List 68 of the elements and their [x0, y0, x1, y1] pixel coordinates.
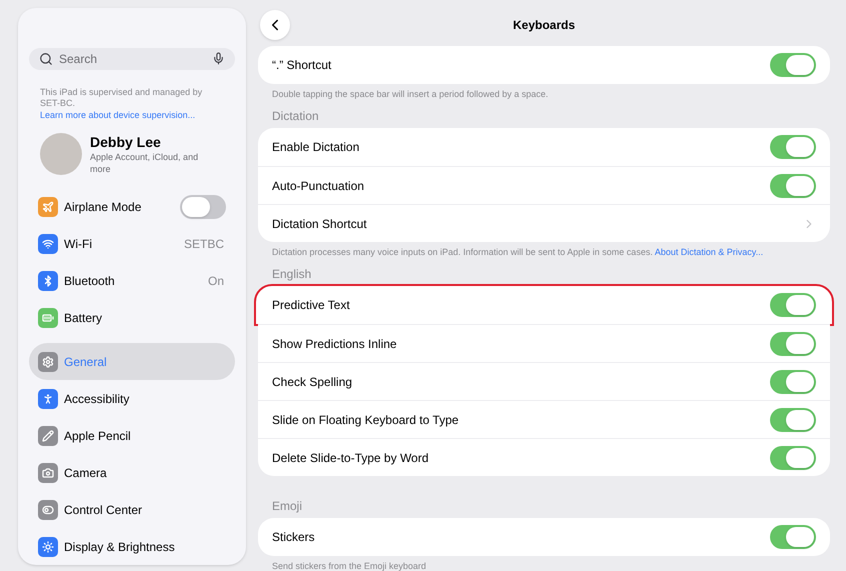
row-label: Slide on Floating Keyboard to Type	[272, 412, 460, 428]
toggle-switch[interactable]	[770, 408, 816, 432]
settings-row[interactable]: Slide on Floating Keyboard to Type	[258, 400, 830, 438]
sidebar-label: General	[64, 354, 108, 370]
sidebar-item[interactable]: Accessibility	[29, 380, 235, 417]
sidebar-label: Camera	[64, 464, 108, 482]
search-field[interactable]: Search	[29, 48, 235, 70]
avatar[interactable]	[40, 133, 82, 175]
settings-row[interactable]: Stickers	[258, 518, 830, 556]
supervision-note: This iPad is supervised and managed by SET-BC. Learn more about device supervision...	[39, 86, 204, 121]
search-placeholder: Search	[59, 50, 98, 68]
toggle-switch[interactable]	[770, 53, 816, 77]
row-label: Enable Dictation	[272, 139, 360, 156]
sidebar-item[interactable]: Bluetooth On	[29, 262, 235, 299]
row-label: Show Predictions Inline	[272, 336, 398, 352]
sidebar-item[interactable]: Display & Brightness	[29, 528, 235, 565]
sidebar-item[interactable]: Airplane Mode	[29, 188, 235, 225]
section-header: Emoji	[271, 499, 304, 513]
sidebar-label: Airplane Mode	[64, 198, 142, 216]
sidebar-label: Bluetooth	[64, 272, 116, 290]
row-label: Check Spelling	[272, 374, 354, 390]
sidebar-item[interactable]: Camera	[29, 454, 235, 491]
toggle-switch[interactable]	[770, 135, 816, 159]
toggle-switch[interactable]	[770, 370, 816, 394]
supervision-link[interactable]: Learn more about device supervision...	[40, 110, 196, 120]
settings-row[interactable]: Delete Slide-to-Type by Word	[258, 438, 830, 476]
section-header: Dictation	[271, 109, 320, 123]
row-label: Stickers	[272, 529, 316, 546]
toggle-switch[interactable]	[770, 332, 816, 356]
sidebar-value: On	[208, 272, 225, 290]
sidebar-label: Apple Pencil	[64, 428, 132, 444]
sidebar-item[interactable]: Battery	[29, 299, 235, 336]
toggle-switch[interactable]	[770, 174, 816, 198]
sidebar-label: Battery	[64, 310, 104, 326]
toggle-switch[interactable]	[770, 293, 816, 317]
settings-row[interactable]: Enable Dictation	[258, 128, 830, 166]
microphone-icon	[212, 52, 225, 66]
search-icon	[39, 52, 53, 66]
sidebar-item[interactable]: Control Center	[29, 491, 235, 528]
settings-row[interactable]: Check Spelling	[258, 362, 830, 400]
sidebar-value: SETBC	[184, 236, 225, 252]
settings-row[interactable]: “.” Shortcut	[258, 46, 830, 84]
sidebar-label: Control Center	[64, 502, 144, 518]
row-label: Delete Slide-to-Type by Word	[272, 450, 430, 466]
section-footer: Send stickers from the Emoji keyboard	[258, 561, 830, 571]
toggle-switch[interactable]	[770, 446, 816, 470]
toggle-switch[interactable]	[770, 525, 816, 549]
sidebar-label: Accessibility	[64, 390, 130, 408]
profile-name: Debby Lee	[90, 133, 162, 151]
section-footer: Double tapping the space bar will insert a period followed by a space.	[258, 89, 830, 100]
row-label: Auto-Punctuation	[272, 178, 366, 194]
page-title: Keyboards	[512, 17, 576, 34]
settings-row[interactable]: Dictation Shortcut	[258, 204, 830, 242]
row-label: “.” Shortcut	[272, 57, 332, 74]
toggle-switch[interactable]	[180, 194, 226, 218]
settings-row[interactable]: Predictive Text	[256, 286, 832, 324]
section-header: English	[271, 267, 312, 281]
row-label: Predictive Text	[272, 297, 351, 314]
sidebar-label: Display & Brightness	[64, 538, 176, 556]
sidebar-label: Wi-Fi	[64, 236, 93, 252]
profile-subtitle: Apple Account, iCloud, and more	[90, 151, 200, 175]
sidebar-item[interactable]: Apple Pencil	[29, 417, 235, 454]
settings-row[interactable]: Auto-Punctuation	[258, 166, 830, 204]
back-button[interactable]	[260, 10, 290, 40]
settings-row[interactable]: Show Predictions Inline	[258, 324, 830, 362]
row-label: Dictation Shortcut	[272, 216, 368, 232]
section-footer: Dictation processes many voice inputs on iPad. Information will be sent to Apple in some cases. About Dictation & Privacy...	[258, 247, 830, 258]
sidebar-item[interactable]: Wi-Fi SETBC	[29, 225, 235, 262]
